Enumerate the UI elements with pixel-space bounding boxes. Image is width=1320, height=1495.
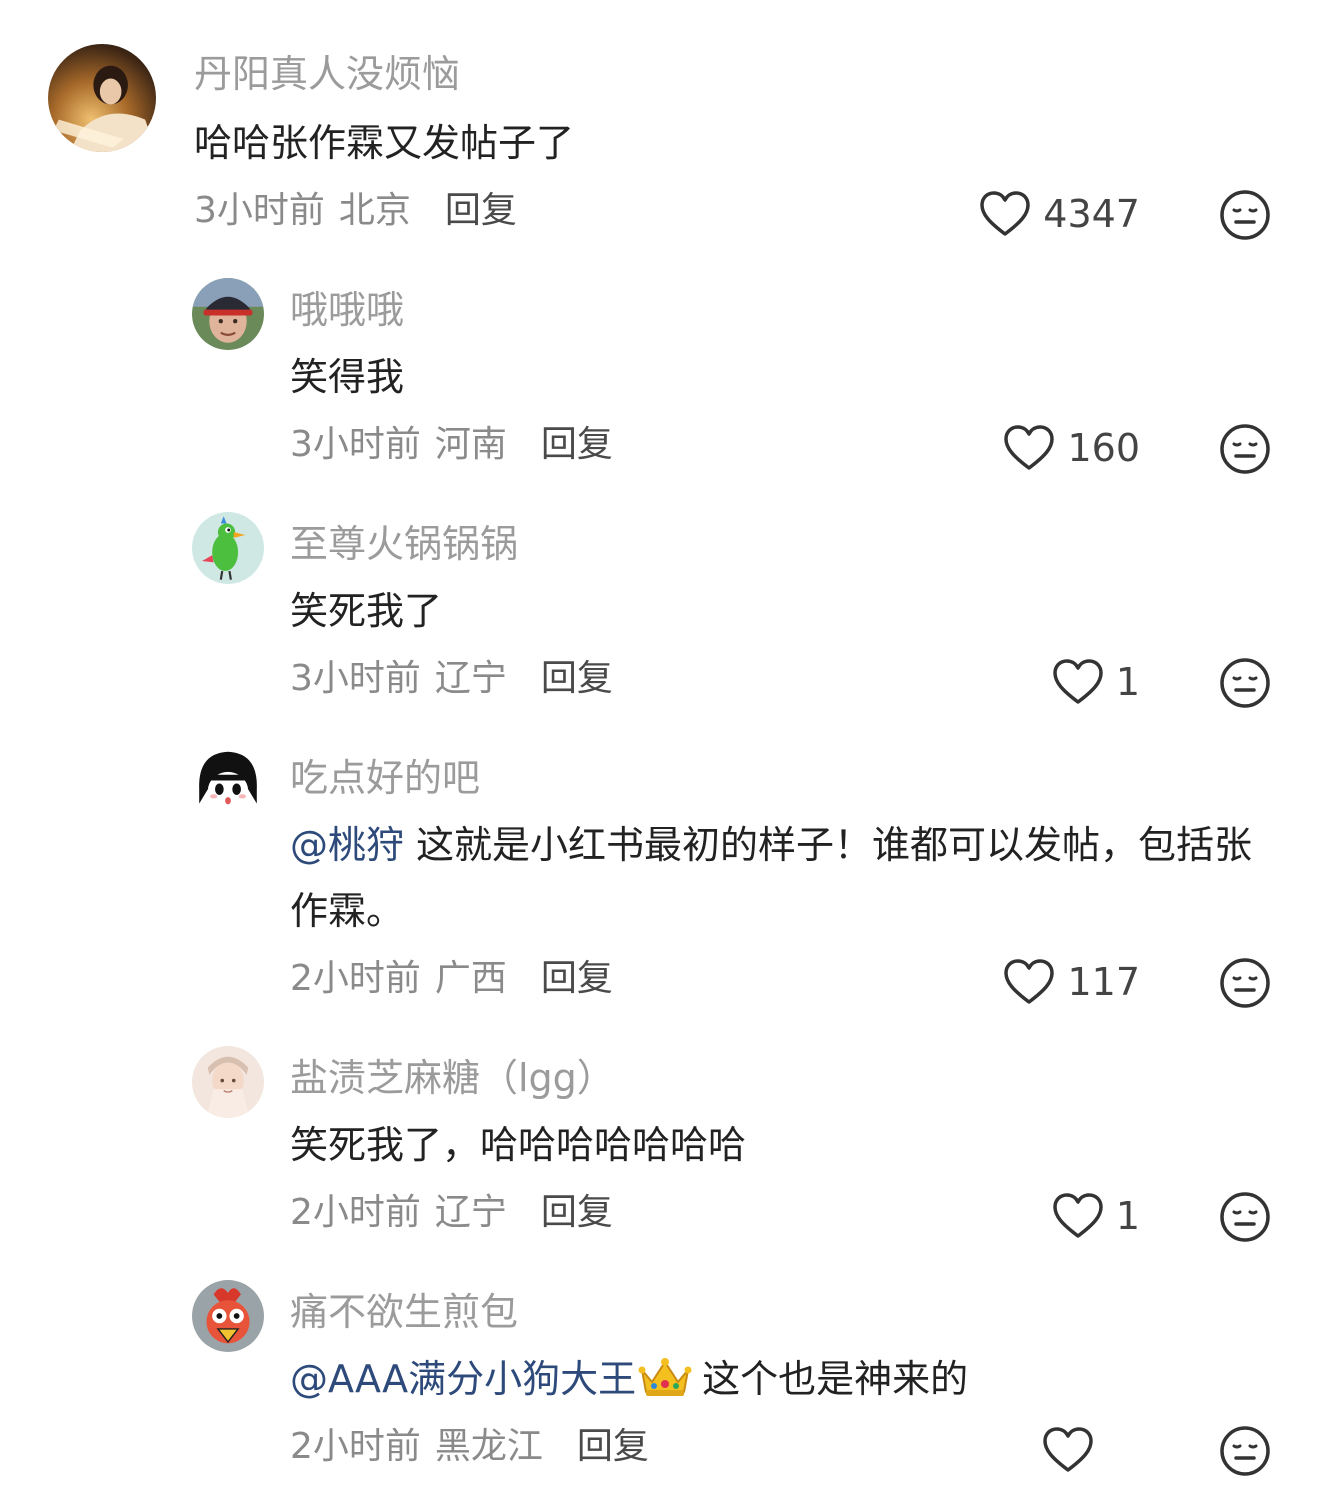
comment-body: 笑死我了	[290, 589, 443, 633]
heart-outline-icon	[1043, 1427, 1093, 1472]
username[interactable]: 吃点好的吧	[290, 754, 480, 802]
comment-meta: 3小时前 北京 回复	[194, 188, 517, 234]
username[interactable]: 丹阳真人没烦恼	[194, 50, 460, 98]
meh-face-icon	[1220, 958, 1270, 1008]
heart-outline-icon	[1053, 659, 1103, 704]
avatar[interactable]	[192, 512, 264, 584]
location: 黑龙江	[434, 1426, 543, 1467]
comment-body: 哈哈张作霖又发帖子了	[194, 121, 575, 165]
dislike-button[interactable]	[1218, 956, 1272, 1010]
location: 辽宁	[434, 658, 507, 699]
avatar[interactable]	[192, 746, 264, 818]
timestamp: 3小时前	[194, 190, 325, 231]
timestamp: 3小时前	[290, 424, 421, 465]
comment-meta: 3小时前 辽宁 回复	[290, 656, 613, 702]
username[interactable]: 盐渍芝麻糖（lgg）	[290, 1054, 615, 1102]
meh-face-icon	[1220, 190, 1270, 240]
location: 辽宁	[434, 1192, 507, 1233]
comment-text: @桃狩 这就是小红书最初的样子！谁都可以发帖，包括张作霖。	[290, 812, 1270, 944]
like-button[interactable]: 1	[1052, 1188, 1140, 1244]
heart-outline-icon	[1004, 959, 1055, 1004]
reply-button[interactable]: 回复	[541, 1192, 613, 1233]
crown-emoji-icon	[638, 1358, 692, 1396]
username[interactable]: 痛不欲生煎包	[290, 1288, 518, 1336]
comment-text: @AAA满分小狗大王 这个也是神来的	[290, 1346, 1270, 1412]
comment-text: 笑死我了，哈哈哈哈哈哈哈	[290, 1112, 1270, 1178]
comment-text: 笑死我了	[290, 578, 1270, 644]
avatar-photo-icon	[48, 44, 156, 152]
avatar[interactable]	[48, 44, 156, 152]
mention-link[interactable]: @AAA满分小狗大王	[290, 1357, 636, 1401]
like-count: 1	[1115, 1194, 1140, 1238]
like-count: 117	[1067, 960, 1140, 1004]
comment-meta: 2小时前 辽宁 回复	[290, 1190, 613, 1236]
meh-face-icon	[1220, 1426, 1270, 1476]
dislike-button[interactable]	[1218, 656, 1272, 710]
like-count: 4347	[1043, 192, 1140, 236]
reply-button[interactable]: 回复	[445, 190, 517, 231]
comment-text: 哈哈张作霖又发帖子了	[194, 110, 1174, 176]
comment-meta: 2小时前 黑龙江 回复	[290, 1424, 649, 1470]
timestamp: 2小时前	[290, 1192, 421, 1233]
comment-body: 笑死我了，哈哈哈哈哈哈哈	[290, 1123, 747, 1167]
avatar[interactable]	[192, 278, 264, 350]
location: 河南	[434, 424, 507, 465]
comment-meta: 2小时前 广西 回复	[290, 956, 613, 1002]
comment-body: 笑得我	[290, 355, 405, 399]
reply-button[interactable]: 回复	[541, 958, 613, 999]
like-button[interactable]: 117	[1003, 954, 1140, 1010]
comment-text: 笑得我	[290, 344, 1270, 410]
reply-button[interactable]: 回复	[577, 1426, 649, 1467]
comment-meta: 3小时前 河南 回复	[290, 422, 613, 468]
avatar-anime-icon	[192, 746, 264, 818]
reply-button[interactable]: 回复	[541, 424, 613, 465]
comment-body: 这个也是神来的	[702, 1357, 969, 1401]
location: 北京	[338, 190, 411, 231]
heart-outline-icon	[1053, 1193, 1103, 1238]
like-count: 1	[1115, 660, 1140, 704]
timestamp: 3小时前	[290, 658, 421, 699]
mention-link[interactable]: @桃狩	[290, 823, 404, 867]
dislike-button[interactable]	[1218, 1424, 1272, 1478]
location: 广西	[434, 958, 507, 999]
reply-button[interactable]: 回复	[541, 658, 613, 699]
avatar[interactable]	[192, 1046, 264, 1118]
heart-outline-icon	[1004, 425, 1055, 470]
username[interactable]: 至尊火锅锅锅	[290, 520, 518, 568]
heart-outline-icon	[980, 191, 1031, 236]
meh-face-icon	[1220, 658, 1270, 708]
username[interactable]: 哦哦哦	[290, 286, 404, 334]
avatar-photo-icon	[192, 1046, 264, 1118]
avatar[interactable]	[192, 1280, 264, 1352]
like-button[interactable]: 1	[1052, 654, 1140, 710]
dislike-button[interactable]	[1218, 422, 1272, 476]
comment-body: 这就是小红书最初的样子！谁都可以发帖，包括张作霖。	[290, 823, 1253, 933]
avatar-photo-icon	[192, 278, 264, 350]
avatar-bird-icon	[192, 512, 264, 584]
timestamp: 2小时前	[290, 958, 421, 999]
meh-face-icon	[1220, 1192, 1270, 1242]
timestamp: 2小时前	[290, 1426, 421, 1467]
dislike-button[interactable]	[1218, 1190, 1272, 1244]
meh-face-icon	[1220, 424, 1270, 474]
like-count: 160	[1067, 426, 1140, 470]
like-button[interactable]	[1042, 1422, 1106, 1478]
like-button[interactable]: 4347	[979, 186, 1140, 242]
avatar-chicken-icon	[192, 1280, 264, 1352]
like-button[interactable]: 160	[1003, 420, 1140, 476]
dislike-button[interactable]	[1218, 188, 1272, 242]
